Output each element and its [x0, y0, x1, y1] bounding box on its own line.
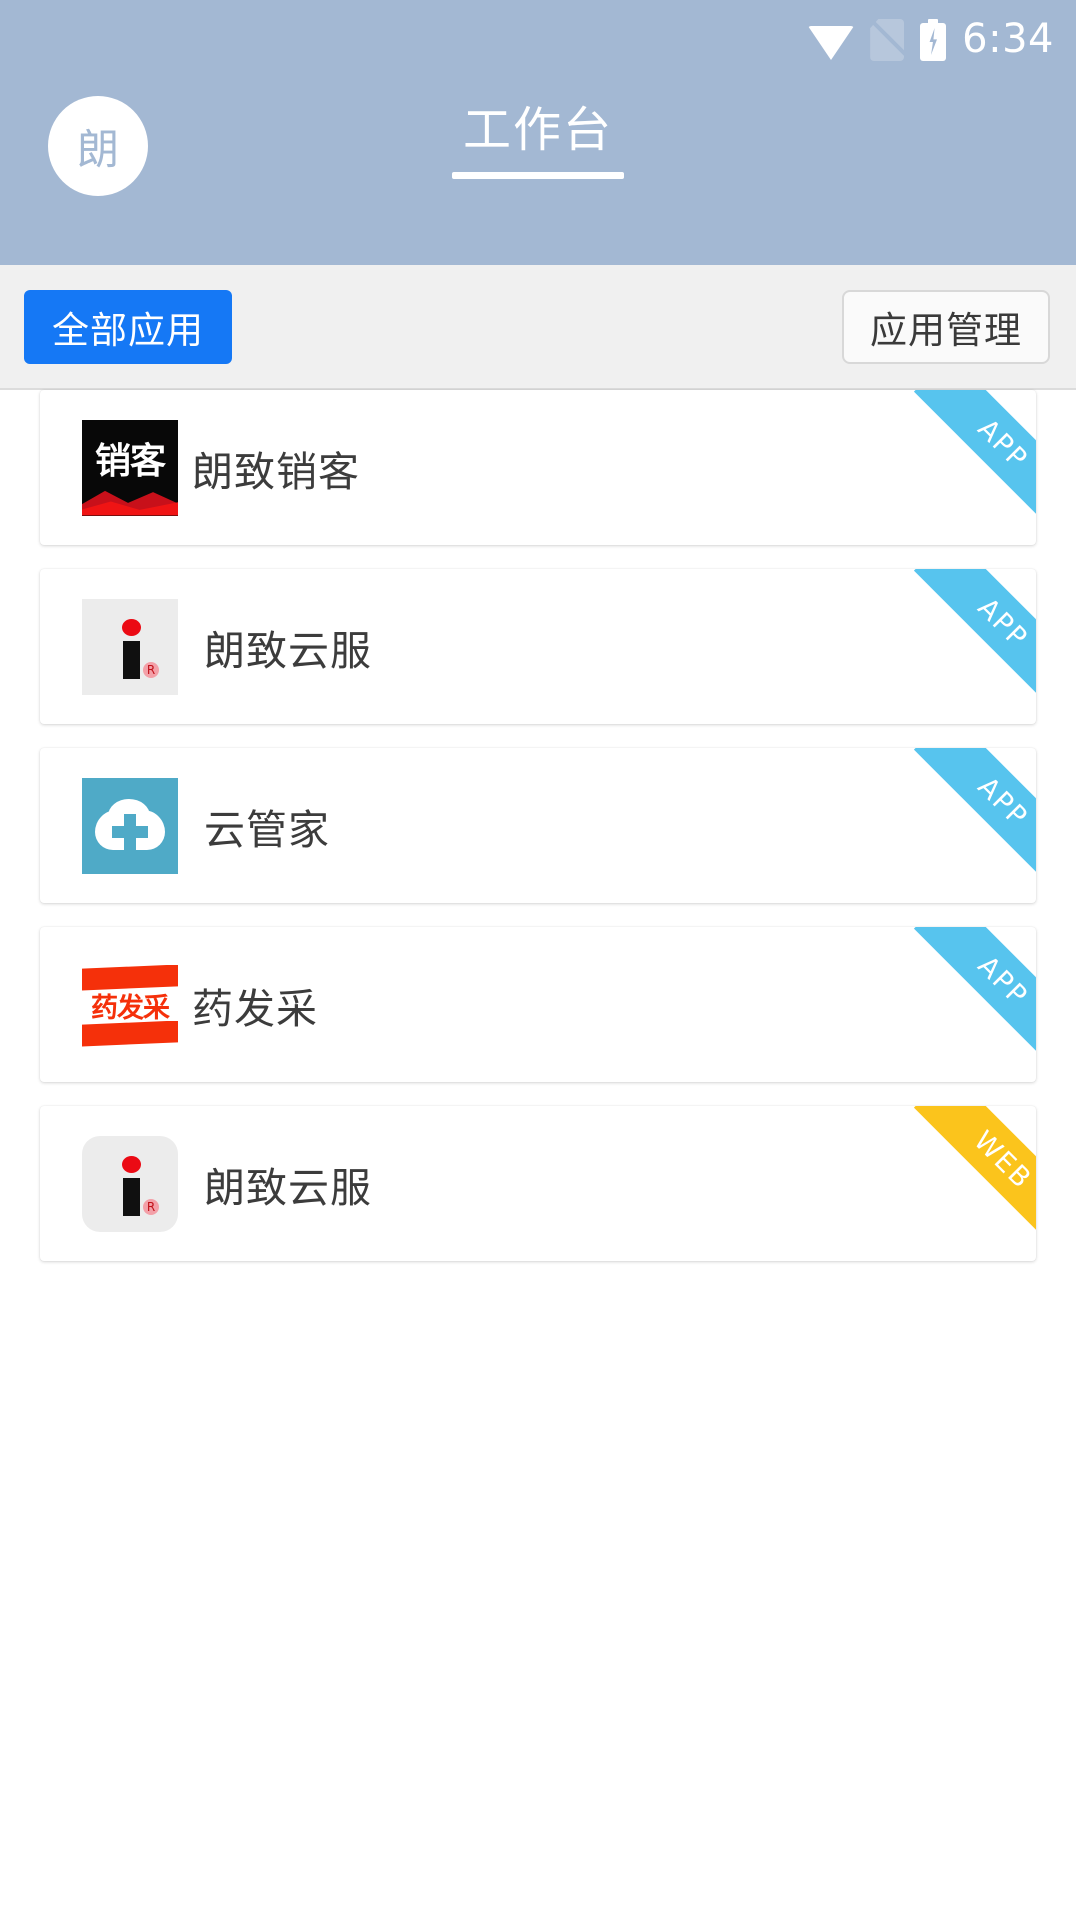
all-apps-button[interactable]: 全部应用 [24, 290, 232, 364]
app-list: 销客 朗致销客 APP R 朗致云服 APP 云管家 APP 药发采 药发采 A… [0, 390, 1076, 1285]
app-type-badge-label: APP [913, 748, 1036, 876]
app-header: 6:34 朗 工作台 [0, 0, 1076, 265]
i-logo-icon: R [82, 598, 178, 695]
status-bar: 6:34 [808, 0, 1076, 80]
app-management-button[interactable]: 应用管理 [842, 290, 1050, 364]
i-logo-icon: R [82, 1135, 178, 1232]
app-card[interactable]: 药发采 药发采 APP [40, 927, 1036, 1082]
app-card[interactable]: R 朗致云服 WEB [40, 1106, 1036, 1261]
wifi-icon [808, 20, 855, 60]
page-title-wrap: 工作台 [0, 102, 1076, 179]
app-type-badge-label: APP [913, 569, 1036, 697]
status-bar-clock: 6:34 [962, 15, 1054, 62]
app-type-badge: APP [908, 927, 1036, 1055]
app-name: 朗致云服 [204, 1163, 372, 1212]
app-card[interactable]: R 朗致云服 APP [40, 569, 1036, 724]
yaofacai-icon: 药发采 [82, 956, 178, 1053]
app-name: 云管家 [204, 805, 330, 854]
app-name: 朗致云服 [204, 626, 372, 675]
page-title: 工作台 [462, 102, 613, 158]
app-name: 朗致销客 [192, 447, 360, 496]
app-name: 药发采 [192, 984, 318, 1033]
yaofacai-icon-text: 药发采 [91, 992, 170, 1024]
app-type-badge: APP [908, 748, 1036, 876]
app-type-badge-label: APP [913, 927, 1036, 1055]
app-type-badge: APP [908, 390, 1036, 518]
xiaoke-icon: 销客 [82, 419, 178, 516]
filter-bar: 全部应用 应用管理 [0, 265, 1076, 390]
cloud-cross-icon [82, 777, 178, 874]
app-type-badge-label: APP [913, 390, 1036, 518]
xiaoke-icon-text: 销客 [94, 440, 166, 482]
page-title-underline [452, 171, 624, 179]
app-card[interactable]: 销客 朗致销客 APP [40, 390, 1036, 545]
battery-charging-icon [920, 19, 947, 61]
app-card[interactable]: 云管家 APP [40, 748, 1036, 903]
app-type-badge-label: WEB [913, 1106, 1036, 1234]
sim-off-icon [870, 19, 912, 61]
app-type-badge: APP [908, 569, 1036, 697]
app-type-badge: WEB [908, 1106, 1036, 1234]
